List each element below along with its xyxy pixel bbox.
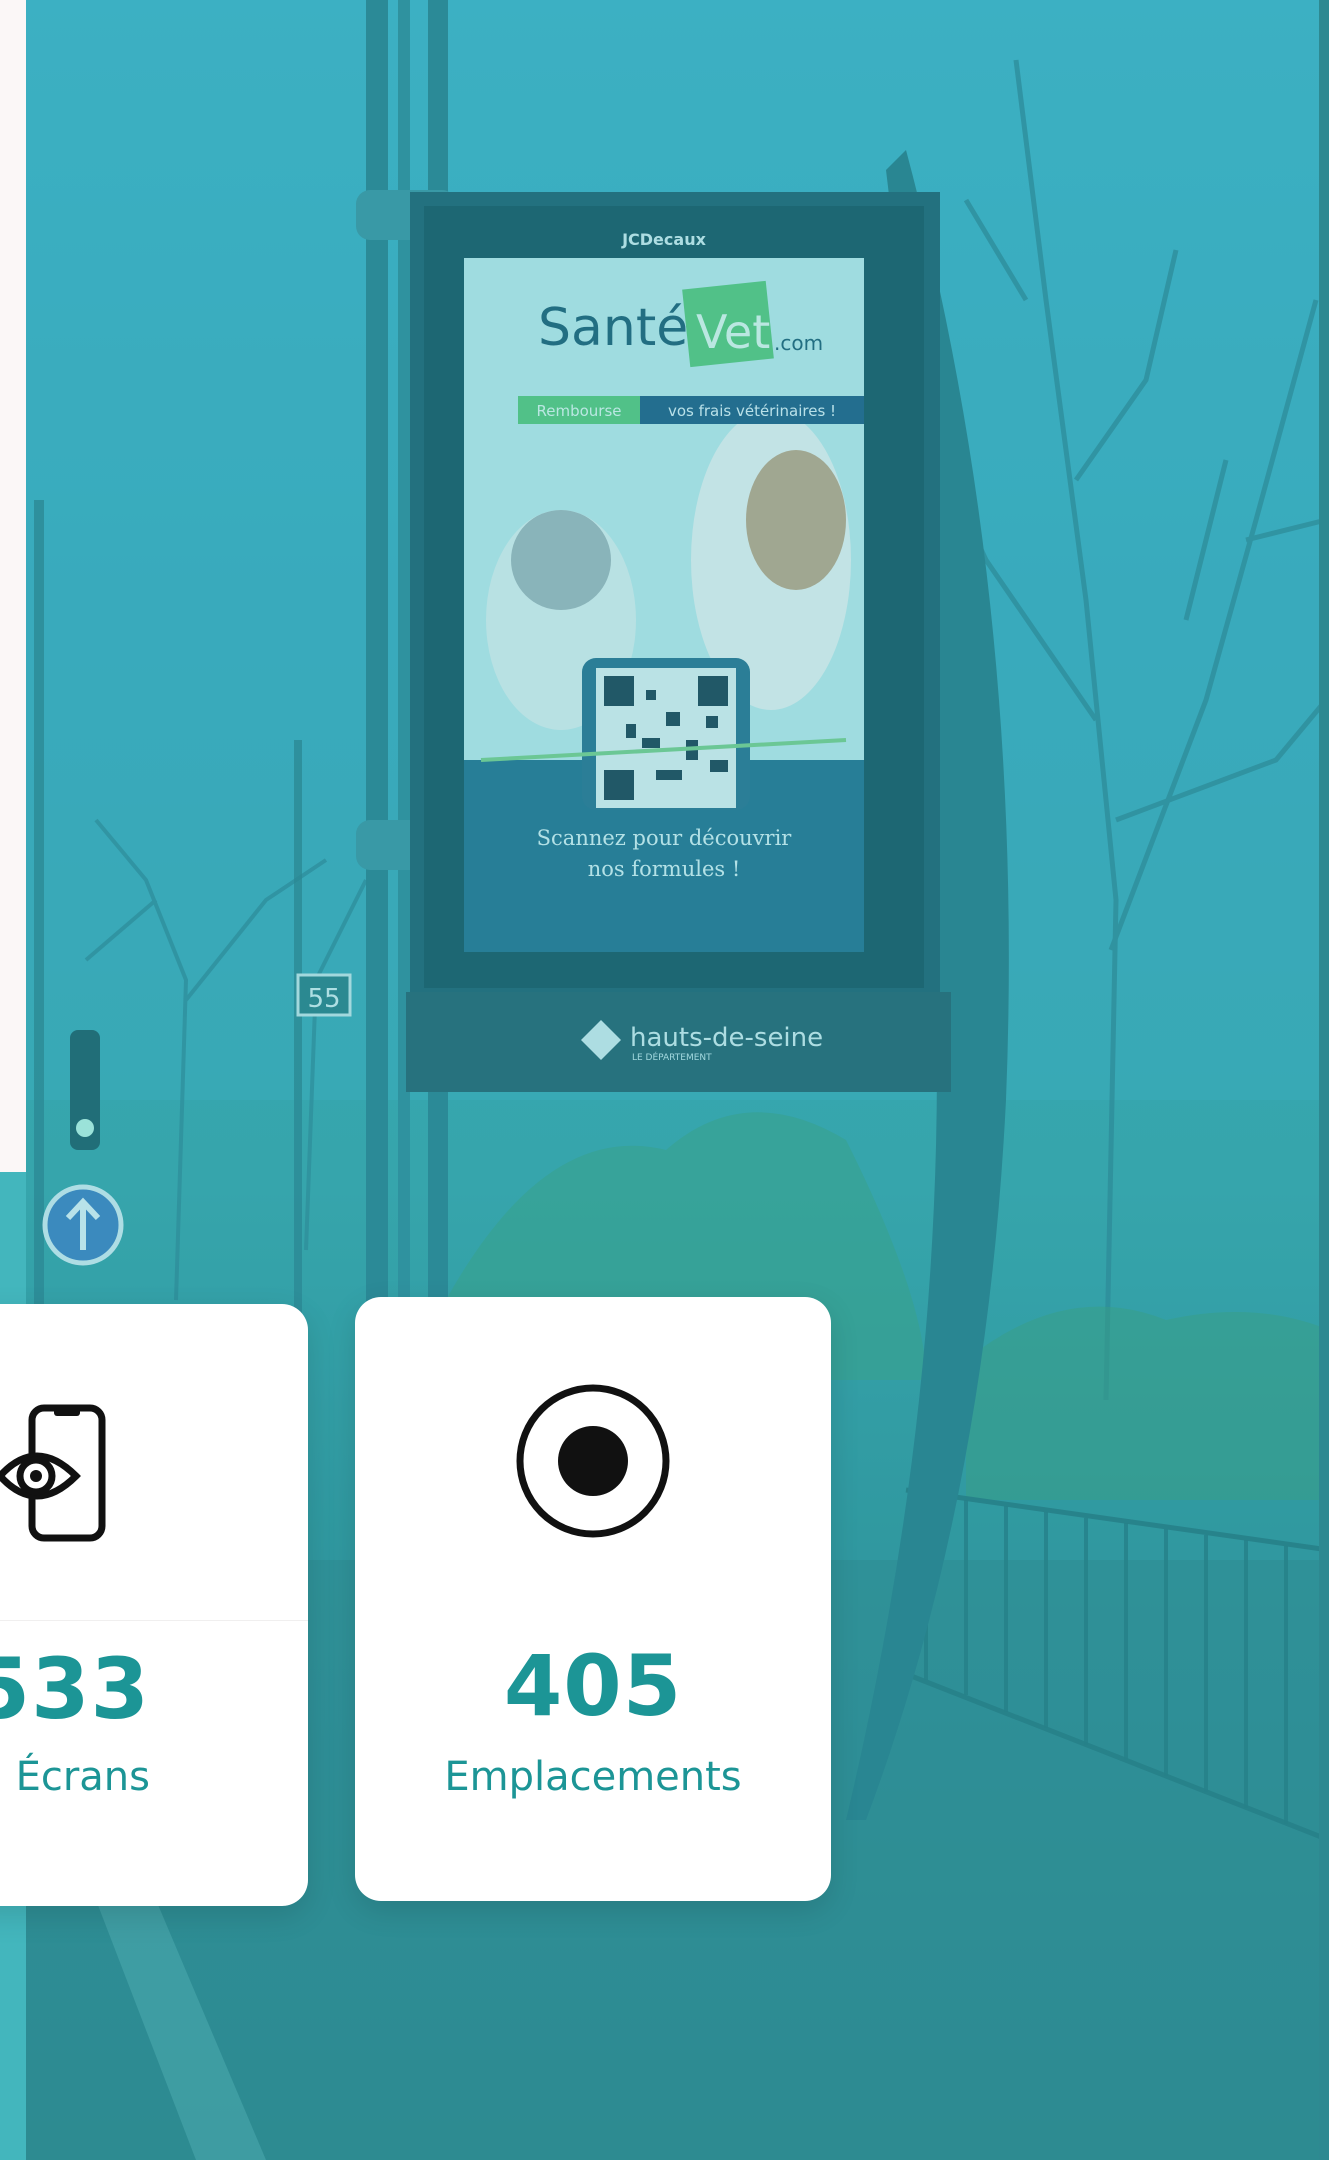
stat-card-locations: 405 Emplacements [355, 1297, 831, 1901]
right-edge [1319, 0, 1329, 2160]
phone-eye-icon [0, 1402, 116, 1542]
card-divider [0, 1620, 308, 1621]
stat-value-screens: 533 [0, 1640, 150, 1738]
left-page-edge [0, 0, 26, 1172]
stat-label-screens: Écrans [15, 1754, 150, 1800]
record-circle-icon [355, 1381, 831, 1541]
stat-label-locations: Emplacements [444, 1754, 742, 1800]
stat-value-locations: 405 [503, 1637, 683, 1735]
stat-card-screens: 533 Écrans [0, 1304, 308, 1906]
